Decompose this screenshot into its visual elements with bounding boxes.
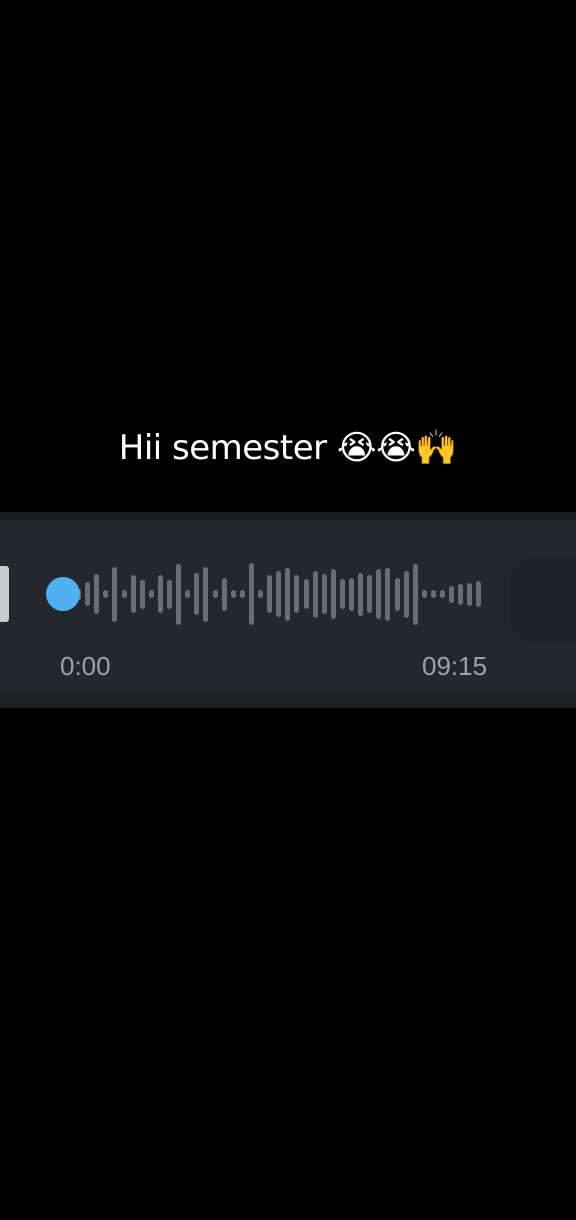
audio-waveform[interactable] xyxy=(76,556,486,632)
waveform-bar xyxy=(276,571,281,617)
playback-scrubber-handle[interactable] xyxy=(46,577,80,611)
waveform-bar xyxy=(176,564,181,625)
waveform-bar xyxy=(267,575,272,613)
waveform-bar xyxy=(112,567,117,622)
adjacent-message-bubble xyxy=(510,558,576,642)
waveform-bar xyxy=(194,573,199,615)
waveform-bar xyxy=(376,569,381,619)
waveform-bar xyxy=(322,574,327,614)
waveform-bar xyxy=(131,575,136,613)
waveform-bar xyxy=(122,590,127,598)
waveform-bar xyxy=(140,580,145,609)
waveform-bar xyxy=(94,574,99,614)
waveform-bar xyxy=(458,584,463,605)
waveform-bar xyxy=(349,578,354,611)
video-caption: Hii semester 😭😭🙌 xyxy=(118,428,458,468)
waveform-bar xyxy=(222,578,227,611)
waveform-bar xyxy=(285,568,290,621)
waveform-bar xyxy=(158,575,163,613)
waveform-bar xyxy=(167,580,172,609)
waveform-bar xyxy=(103,590,108,598)
waveform-bar xyxy=(395,578,400,611)
waveform-bar xyxy=(185,590,190,598)
waveform-bar xyxy=(85,582,90,606)
waveform-bar xyxy=(467,583,472,606)
waveform-bar xyxy=(240,590,245,598)
waveform-bar xyxy=(249,563,254,625)
waveform-bar xyxy=(294,575,299,613)
waveform-bar xyxy=(431,590,436,598)
waveform-bar xyxy=(258,590,263,598)
waveform-bar xyxy=(304,579,309,609)
waveform-bar xyxy=(440,590,445,598)
waveform-bar xyxy=(358,573,363,616)
waveform-bar xyxy=(313,571,318,618)
waveform-bar xyxy=(422,590,427,598)
waveform-bar xyxy=(149,590,154,598)
waveform-bar xyxy=(331,569,336,619)
waveform-bar xyxy=(367,575,372,613)
waveform-bar xyxy=(203,567,208,622)
waveform-bar xyxy=(449,586,454,603)
waveform-bar xyxy=(385,568,390,621)
waveform-bar xyxy=(476,581,481,607)
waveform-bar xyxy=(413,564,418,625)
total-duration: 09:15 xyxy=(422,651,488,681)
play-icon[interactable] xyxy=(0,566,9,622)
waveform-bar xyxy=(213,590,218,598)
current-time: 0:00 xyxy=(60,651,111,681)
waveform-bar xyxy=(231,590,236,598)
waveform-bar xyxy=(340,579,345,609)
waveform-bar xyxy=(404,571,409,618)
